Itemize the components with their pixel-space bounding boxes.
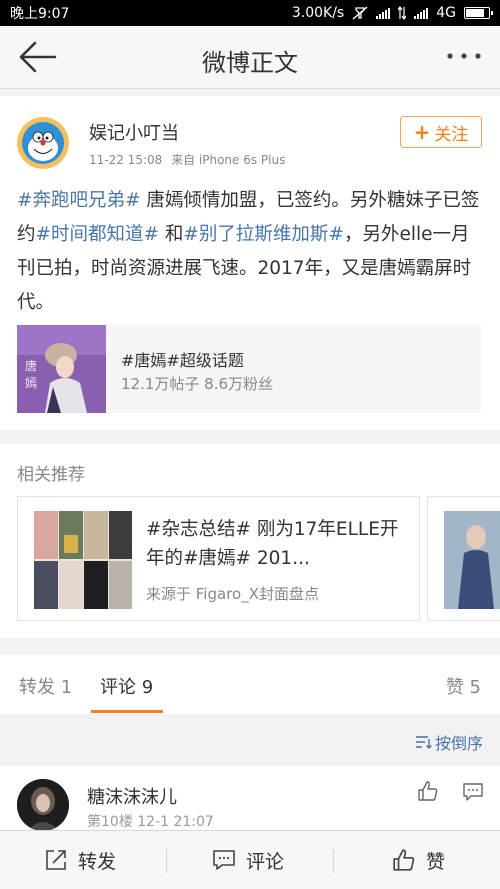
sort-button[interactable]: 按倒序 (415, 730, 483, 754)
repost-label: 转发 (78, 850, 117, 873)
status-icons: 3.00K/s 4G (291, 5, 493, 21)
follow-button[interactable]: + 关注 (400, 116, 482, 148)
post-text-segment: 和 (159, 224, 184, 245)
signal-icon (376, 7, 391, 19)
thumbs-up-icon (393, 849, 415, 871)
related-card-partial[interactable] (427, 496, 500, 621)
comment-button[interactable]: 评论 (212, 831, 284, 889)
network-type: 4G (436, 5, 456, 21)
post-meta: 11-22 15:08 来自 iPhone 6s Plus (89, 151, 285, 168)
repost-button[interactable]: 转发 (44, 831, 116, 889)
sort-label: 按倒序 (434, 734, 483, 753)
follow-label: 关注 (434, 124, 469, 145)
related-recommendations: 相关推荐 #杂志总结# 刚为17年ELLE开年的#唐嫣# 201... 来源于 … (0, 444, 500, 638)
divider (166, 849, 167, 873)
post-source: 来自 iPhone 6s Plus (171, 153, 286, 167)
page-title: 微博正文 (202, 49, 298, 77)
comment-meta: 第10楼 12-1 21:07 (87, 814, 214, 830)
hashtag-link[interactable]: #时间都知道# (36, 224, 160, 245)
post-time: 11-22 15:08 (89, 153, 163, 167)
related-section-title: 相关推荐 (17, 465, 85, 485)
network-speed: 3.00K/s (291, 5, 345, 21)
sort-bar: 按倒序 (0, 714, 500, 766)
comment-label: 评论 (246, 850, 285, 873)
like-button[interactable]: 赞 (392, 831, 445, 889)
tab-comments[interactable]: 评论 9 (100, 673, 153, 699)
bottom-action-bar: 转发 评论 赞 (0, 830, 500, 889)
active-tab-indicator (91, 710, 163, 713)
svg-text:嫣: 嫣 (25, 376, 37, 390)
signal-icon-2 (414, 7, 429, 19)
hashtag-link[interactable]: #奔跑吧兄弟# (17, 190, 141, 211)
repost-icon (46, 850, 66, 870)
author-avatar[interactable] (17, 117, 69, 169)
thumbs-up-icon[interactable] (417, 780, 439, 802)
navigation-bar: 微博正文 (0, 26, 500, 89)
hashtag-link[interactable]: #别了拉斯维加斯# (183, 224, 344, 245)
reply-icon[interactable] (462, 782, 484, 802)
status-bar: 晚上9:07 3.00K/s 4G (0, 0, 500, 26)
tab-repost[interactable]: 转发 1 (19, 673, 72, 699)
commenter-avatar[interactable] (17, 779, 69, 831)
weibo-post: 娱记小叮当 11-22 15:08 来自 iPhone 6s Plus + 关注… (0, 96, 500, 430)
related-card-source: 来源于 Figaro_X封面盘点 (146, 585, 319, 603)
tab-likes[interactable]: 赞 5 (446, 673, 481, 699)
data-transfer-icon (398, 6, 407, 20)
status-time: 晚上9:07 (10, 6, 70, 22)
author-name[interactable]: 娱记小叮当 (89, 119, 179, 145)
topic-thumbnail: 唐 嫣 (17, 325, 106, 413)
svg-text:唐: 唐 (25, 358, 37, 373)
divider (333, 849, 334, 873)
related-card-thumbnail (34, 511, 132, 609)
related-card-text: #杂志总结# 刚为17年ELLE开年的#唐嫣# 201... (146, 519, 399, 569)
interaction-tabs: 转发 1 评论 9 赞 5 (0, 655, 500, 714)
related-card-thumbnail (444, 511, 500, 609)
super-topic-card[interactable]: 唐 嫣 #唐嫣#超级话题 12.1万帖子 8.6万粉丝 (17, 325, 481, 413)
more-options-icon[interactable] (446, 48, 482, 64)
silent-icon (352, 6, 368, 20)
topic-stats: 12.1万帖子 8.6万粉丝 (121, 375, 274, 393)
post-content: #奔跑吧兄弟# 唐嫣倾情加盟，已签约。另外糖妹子已签约#时间都知道# 和#别了拉… (17, 184, 487, 320)
plus-icon: + (413, 120, 431, 144)
comment-icon (213, 850, 235, 870)
topic-title: #唐嫣#超级话题 (121, 351, 244, 370)
like-label: 赞 (426, 850, 446, 873)
sort-icon (415, 736, 432, 749)
battery-icon (464, 7, 493, 19)
commenter-name[interactable]: 糖沫沫沫儿 (87, 783, 177, 809)
related-card[interactable]: #杂志总结# 刚为17年ELLE开年的#唐嫣# 201... 来源于 Figar… (17, 496, 420, 621)
comment-item: 糖沫沫沫儿 第10楼 12-1 21:07 (0, 766, 500, 831)
